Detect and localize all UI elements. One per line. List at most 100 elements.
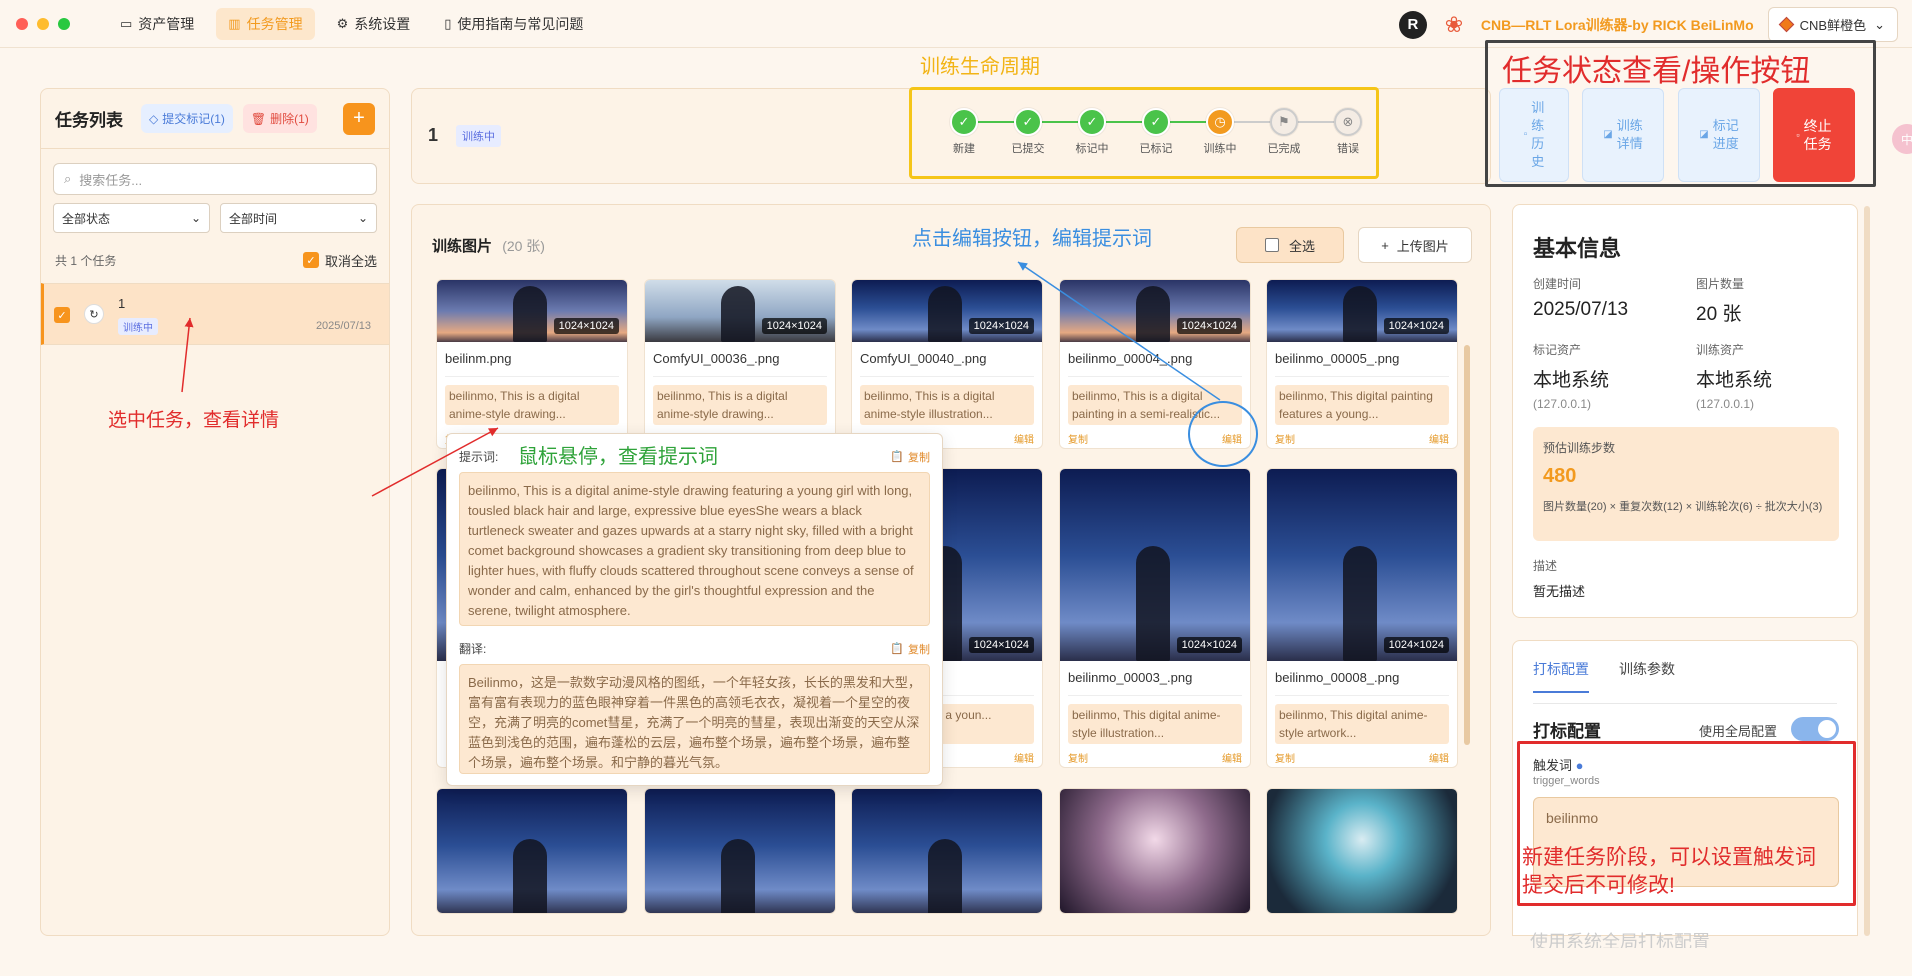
task-filters: 全部状态 ⌄ 全部时间 ⌄ <box>53 203 377 233</box>
status-filter-select[interactable]: 全部状态 ⌄ <box>53 203 210 233</box>
image-thumbnail[interactable]: 1024×1024 <box>1060 469 1250 661</box>
image-thumbnail[interactable]: 1024×1024 <box>437 280 627 342</box>
refresh-icon[interactable]: ↻ <box>84 304 104 324</box>
image-thumbnail[interactable]: 1024×1024 <box>645 280 835 342</box>
copy-button[interactable]: 复制 <box>1068 431 1088 446</box>
resolution-badge: 1024×1024 <box>1176 637 1242 653</box>
copy-prompt-button[interactable]: 📋 复制 <box>890 449 930 465</box>
add-task-button[interactable]: + <box>343 102 375 135</box>
lifecycle-step: ✓ 新建 <box>932 108 1014 156</box>
tagging-progress-button[interactable]: ◪ 标记 进度 <box>1678 88 1760 182</box>
edit-button[interactable]: 编辑 <box>1429 431 1449 446</box>
image-card[interactable]: 1024×1024 beilinmo_00008_.png beilinmo, … <box>1266 468 1458 768</box>
image-thumbnail[interactable]: 1024×1024 <box>1267 469 1457 661</box>
image-caption[interactable]: beilinmo, This digital painting features… <box>1275 385 1449 425</box>
maximize-window-button[interactable] <box>58 17 70 30</box>
image-caption[interactable]: beilinmo, This digital anime-style artwo… <box>1275 704 1449 744</box>
task-count: 共 1 个任务 <box>55 253 117 268</box>
edit-button[interactable]: 编辑 <box>1222 750 1242 765</box>
search-icon: ⌕ <box>64 171 72 186</box>
resolution-badge: 1024×1024 <box>968 318 1034 334</box>
lifecycle-step-label: 已标记 <box>1139 143 1173 155</box>
image-thumbnail[interactable]: 1024×1024 <box>1267 280 1457 342</box>
edit-button[interactable]: 编辑 <box>1014 431 1034 446</box>
submit-tagging-button[interactable]: ◇ 提交标记(1) <box>141 104 233 133</box>
created-value: 2025/07/13 <box>1533 299 1629 320</box>
edit-highlight-circle <box>1188 401 1258 467</box>
task-checkbox[interactable]: ✓ <box>54 307 70 323</box>
tab-training-params[interactable]: 训练参数 <box>1619 659 1675 693</box>
count-label: 图片数量 <box>1696 277 1745 291</box>
global-config-button-text[interactable]: 使用系统全局打标配置 <box>1530 928 1830 948</box>
image-card[interactable] <box>1059 788 1251 914</box>
image-thumbnail[interactable] <box>1060 789 1250 913</box>
image-filename: beilinmo_00005_.png <box>1275 351 1400 366</box>
details-icon: ◪ <box>1603 129 1613 140</box>
training-details-button[interactable]: ◪ 训练 详情 <box>1582 88 1664 182</box>
side-float-tab[interactable]: 中 <box>1892 124 1912 154</box>
image-thumbnail[interactable] <box>852 789 1042 913</box>
count-value: 20 张 <box>1696 304 1742 325</box>
training-history-button[interactable]: ▫ 训练历史 <box>1499 88 1569 182</box>
image-card[interactable]: 1024×1024 beilinmo_00005_.png beilinmo, Th… <box>1266 279 1458 449</box>
deselect-all-toggle[interactable]: ✓ 取消全选 <box>302 251 377 270</box>
training-details-label: 训练 详情 <box>1616 118 1643 151</box>
tab-tagging-config[interactable]: 打标配置 <box>1533 659 1589 693</box>
image-thumbnail[interactable] <box>437 789 627 913</box>
check-circle-icon: ✓ <box>1142 108 1170 136</box>
image-caption[interactable]: beilinmo, This is a digital anime-style … <box>653 385 827 425</box>
image-caption[interactable]: beilinmo, This is a digital anime-style … <box>860 385 1034 425</box>
lifecycle-step: ✓ 标记中 <box>1060 108 1142 156</box>
lifecycle-step: ⚑ 已完成 <box>1252 108 1334 156</box>
task-search-input[interactable]: ⌕ 搜索任务... <box>53 163 377 195</box>
image-filename: beilinmo_00003_.png <box>1068 670 1193 685</box>
images-scrollbar[interactable] <box>1464 345 1470 745</box>
time-filter-select[interactable]: 全部时间 ⌄ <box>220 203 377 233</box>
copy-translation-button[interactable]: 📋 复制 <box>890 641 930 657</box>
info-title: 基本信息 <box>1533 236 1622 261</box>
copy-button[interactable]: 复制 <box>1275 431 1295 446</box>
image-card[interactable]: 1024×1024 beilinm.png beilinmo, This is a … <box>436 279 628 449</box>
huawei-logo-icon: ❀ <box>1444 11 1464 37</box>
minimize-window-button[interactable] <box>37 17 49 30</box>
edit-button[interactable]: 编辑 <box>1014 750 1034 765</box>
task-list-header: 任务列表 ◇ 提交标记(1) 🗑 删除(1) + <box>41 89 389 149</box>
image-card[interactable] <box>1266 788 1458 914</box>
image-thumbnail[interactable] <box>1267 789 1457 913</box>
steps-formula: 图片数量(20) × 重复次数(12) × 训练轮次(6) ÷ 批次大小(3) <box>1543 501 1823 513</box>
lifecycle-step-label: 已完成 <box>1267 143 1301 155</box>
edit-button[interactable]: 编辑 <box>1429 750 1449 765</box>
delete-button[interactable]: 🗑 删除(1) <box>242 104 317 133</box>
right-scrollbar[interactable] <box>1864 206 1870 936</box>
image-card[interactable] <box>851 788 1043 914</box>
nav-label: 资产管理 <box>138 15 195 32</box>
global-config-toggle[interactable] <box>1791 717 1839 741</box>
image-card[interactable]: 1024×1024 beilinmo_00003_.png beilinmo, … <box>1059 468 1251 768</box>
nav-system-settings[interactable]: ⚙ 系统设置 <box>325 8 423 40</box>
image-caption[interactable]: beilinmo, This is a digital anime-style … <box>445 385 619 425</box>
status-badge: 训练中 <box>118 318 158 335</box>
image-card[interactable]: 1024×1024 ComfyUI_00036_.png beilinmo, Thi… <box>644 279 836 449</box>
image-thumbnail[interactable]: 1024×1024 <box>852 280 1042 342</box>
time-filter-value: 全部时间 <box>229 211 278 226</box>
copy-button[interactable]: 复制 <box>1275 750 1295 765</box>
copy-button[interactable]: 复制 <box>1068 750 1088 765</box>
nav-guide-faq[interactable]: ▯ 使用指南与常见问题 <box>432 8 595 40</box>
image-thumbnail[interactable]: 1024×1024 <box>1060 280 1250 342</box>
clipboard-icon: 📋 <box>890 643 904 655</box>
nav-asset-management[interactable]: ▭ 资产管理 <box>108 8 206 40</box>
image-card[interactable] <box>644 788 836 914</box>
lifecycle-step: ◷ 训练中 <box>1188 108 1270 156</box>
theme-select-button[interactable]: CNB鲜橙色 ⌄ <box>1767 7 1898 42</box>
image-thumbnail[interactable] <box>645 789 835 913</box>
close-window-button[interactable] <box>16 17 28 30</box>
image-caption[interactable]: beilinmo, This digital anime-style illus… <box>1068 704 1242 744</box>
task-list-item[interactable]: ✓ ↻ 1 训练中 2025/07/13 <box>41 283 389 345</box>
drive-icon: ▭ <box>120 15 133 31</box>
nav-task-management[interactable]: ▥ 任务管理 <box>216 7 315 40</box>
stop-task-button[interactable]: ▫ 终止 任务 <box>1773 88 1855 182</box>
upload-images-button[interactable]: + 上传图片 <box>1358 227 1472 263</box>
select-all-button[interactable]: 全选 <box>1236 227 1344 263</box>
image-card[interactable] <box>436 788 628 914</box>
image-card[interactable]: 1024×1024 ComfyUI_00040_.png beilinmo, Thi… <box>851 279 1043 449</box>
